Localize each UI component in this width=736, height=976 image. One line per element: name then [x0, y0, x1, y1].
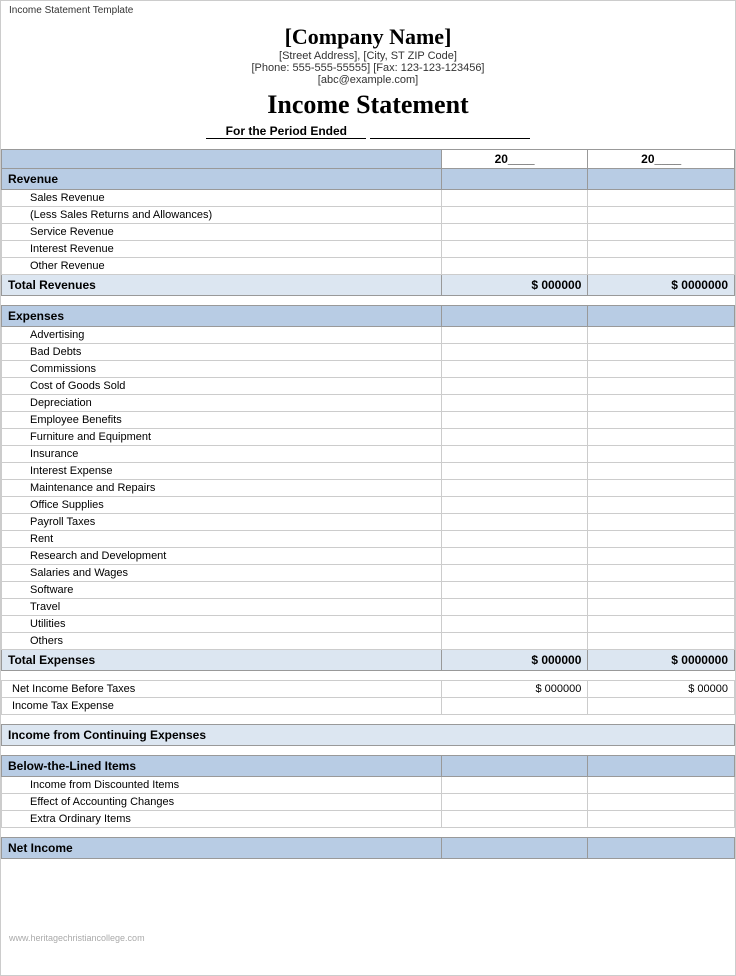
- total-expenses-row: Total Expenses $ 000000 $ 0000000: [2, 650, 735, 671]
- table-row: Bad Debts: [2, 344, 735, 361]
- net-income-label: Net Income: [2, 838, 442, 859]
- table-row: Other Revenue: [2, 258, 735, 275]
- document-title: Income Statement: [21, 90, 715, 120]
- company-name: [Company Name]: [21, 24, 715, 50]
- revenue-label: Revenue: [2, 169, 442, 190]
- net-income-row: Net Income: [2, 838, 735, 859]
- table-row: Service Revenue: [2, 224, 735, 241]
- table-row: Office Supplies: [2, 497, 735, 514]
- spacer: [2, 715, 735, 725]
- col2-header: 20____: [588, 150, 735, 169]
- table-row: Employee Benefits: [2, 412, 735, 429]
- page-wrapper: Income Statement Template [Company Name]…: [0, 0, 736, 976]
- table-row: Insurance: [2, 446, 735, 463]
- table-row: Interest Revenue: [2, 241, 735, 258]
- table-row: (Less Sales Returns and Allowances): [2, 207, 735, 224]
- table-row: Furniture and Equipment: [2, 429, 735, 446]
- column-headers-row: 20____ 20____: [2, 150, 735, 169]
- table-row: Sales Revenue: [2, 190, 735, 207]
- table-row: Cost of Goods Sold: [2, 378, 735, 395]
- col1-header: 20____: [441, 150, 588, 169]
- net-income-taxes-row: Net Income Before Taxes $ 000000 $ 00000: [2, 681, 735, 698]
- table-row: Income from Discounted Items: [2, 777, 735, 794]
- revenue-section-header: Revenue: [2, 169, 735, 190]
- spacer: [2, 828, 735, 838]
- total-revenues-val2: $ 0000000: [588, 275, 735, 296]
- table-row: Salaries and Wages: [2, 565, 735, 582]
- table-row: Utilities: [2, 616, 735, 633]
- header: [Company Name] [Street Address], [City, …: [1, 18, 735, 149]
- table-row: Others: [2, 633, 735, 650]
- expenses-section-header: Expenses: [2, 306, 735, 327]
- below-line-section-header: Below-the-Lined Items: [2, 756, 735, 777]
- total-revenues-val1: $ 000000: [441, 275, 588, 296]
- tax-expense-label: Income Tax Expense: [2, 698, 442, 715]
- address-line1: [Street Address], [City, ST ZIP Code]: [21, 50, 715, 62]
- net-income-taxes-label: Net Income Before Taxes: [2, 681, 442, 698]
- total-expenses-label: Total Expenses: [2, 650, 442, 671]
- total-expenses-val1: $ 000000: [441, 650, 588, 671]
- table-row: Advertising: [2, 327, 735, 344]
- table-row: Rent: [2, 531, 735, 548]
- revenue-col2: [588, 169, 735, 190]
- spacer: [2, 746, 735, 756]
- table-row: Effect of Accounting Changes: [2, 794, 735, 811]
- maintenance-repairs-row: Maintenance and Repairs: [2, 480, 735, 497]
- watermark: www.heritagechristiancollege.com: [9, 933, 145, 943]
- expenses-label: Expenses: [2, 306, 442, 327]
- net-income-taxes-val1: $ 000000: [441, 681, 588, 698]
- spacer: [2, 296, 735, 306]
- total-expenses-val2: $ 0000000: [588, 650, 735, 671]
- spacer: [2, 671, 735, 681]
- address-line2: [Phone: 555-555-55555] [Fax: 123-123-123…: [21, 62, 715, 74]
- period-line: For the Period Ended: [21, 124, 715, 139]
- income-continuing-label: Income from Continuing Expenses: [2, 725, 735, 746]
- income-statement-table: 20____ 20____ Revenue Sales Revenue (Les…: [1, 149, 735, 859]
- net-income-taxes-val2: $ 00000: [588, 681, 735, 698]
- col-label-header: [2, 150, 442, 169]
- table-row: Commissions: [2, 361, 735, 378]
- total-revenues-label: Total Revenues: [2, 275, 442, 296]
- revenue-col1: [441, 169, 588, 190]
- table-row: Software: [2, 582, 735, 599]
- table-row: Extra Ordinary Items: [2, 811, 735, 828]
- below-line-label: Below-the-Lined Items: [2, 756, 442, 777]
- table-row: Payroll Taxes: [2, 514, 735, 531]
- total-revenues-row: Total Revenues $ 000000 $ 0000000: [2, 275, 735, 296]
- income-continuing-row: Income from Continuing Expenses: [2, 725, 735, 746]
- table-row: Research and Development: [2, 548, 735, 565]
- email-line: [abc@example.com]: [21, 74, 715, 86]
- table-row: Interest Expense: [2, 463, 735, 480]
- table-row: Travel: [2, 599, 735, 616]
- top-label: Income Statement Template: [1, 1, 735, 18]
- tax-expense-row: Income Tax Expense: [2, 698, 735, 715]
- table-row: Depreciation: [2, 395, 735, 412]
